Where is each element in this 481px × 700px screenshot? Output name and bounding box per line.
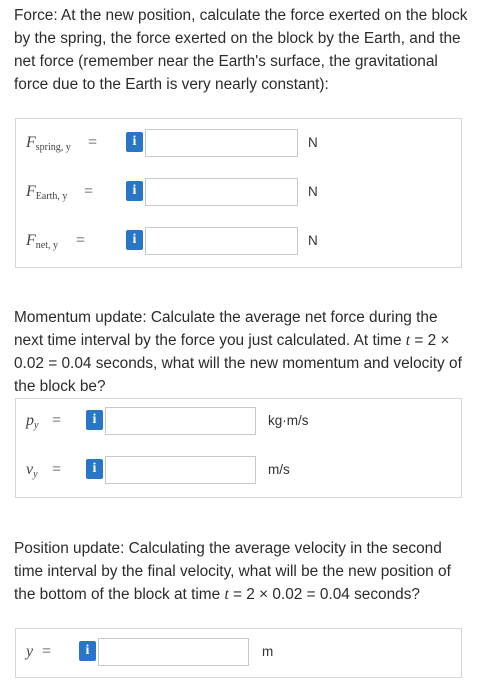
info-icon[interactable]: i — [86, 459, 103, 479]
force-spring-input[interactable] — [145, 129, 298, 157]
equals-sign: = — [42, 643, 52, 660]
momentum-prompt: Momentum update: Calculate the average n… — [14, 309, 462, 395]
force-spring-unit: N — [308, 135, 318, 150]
equals-sign: = — [88, 134, 98, 151]
position-prompt: Position update: Calculating the average… — [14, 540, 451, 603]
velocity-unit: m/s — [268, 462, 290, 477]
force-net-unit: N — [308, 233, 318, 248]
force-prompt: Force: At the new position, calculate th… — [14, 7, 468, 93]
force-spring-label: Fspring, y — [26, 134, 71, 153]
momentum-answer-box: py = i kg·m/s vy = i m/s — [15, 398, 462, 498]
force-spring-row: Fspring, y = i N — [16, 129, 463, 157]
velocity-input[interactable] — [105, 456, 256, 484]
force-earth-input[interactable] — [145, 178, 298, 206]
equals-sign: = — [52, 461, 62, 478]
info-icon[interactable]: i — [126, 132, 143, 152]
momentum-row: py = i kg·m/s — [16, 407, 463, 435]
info-icon[interactable]: i — [86, 410, 103, 430]
equals-sign: = — [76, 232, 86, 249]
position-unit: m — [262, 644, 274, 659]
momentum-unit: kg·m/s — [268, 413, 309, 428]
force-earth-row: FEarth, y = i N — [16, 178, 463, 206]
equals-sign: = — [52, 412, 62, 429]
momentum-label: py — [26, 412, 39, 431]
momentum-input[interactable] — [105, 407, 256, 435]
equals-sign: = — [84, 183, 94, 200]
position-label: y — [26, 643, 34, 660]
force-earth-unit: N — [308, 184, 318, 199]
position-answer-box: y = i m — [15, 628, 462, 678]
force-net-row: Fnet, y = i N — [16, 227, 463, 255]
info-icon[interactable]: i — [126, 181, 143, 201]
velocity-row: vy = i m/s — [16, 456, 463, 484]
force-answer-box: Fspring, y = i N FEarth, y = i N Fnet, y… — [15, 118, 462, 268]
position-row: y = i m — [16, 638, 463, 666]
force-net-label: Fnet, y — [26, 232, 58, 251]
info-icon[interactable]: i — [79, 641, 96, 661]
position-input[interactable] — [98, 638, 249, 666]
force-earth-label: FEarth, y — [26, 183, 68, 202]
force-net-input[interactable] — [145, 227, 298, 255]
info-icon[interactable]: i — [126, 230, 143, 250]
velocity-label: vy — [26, 461, 38, 480]
